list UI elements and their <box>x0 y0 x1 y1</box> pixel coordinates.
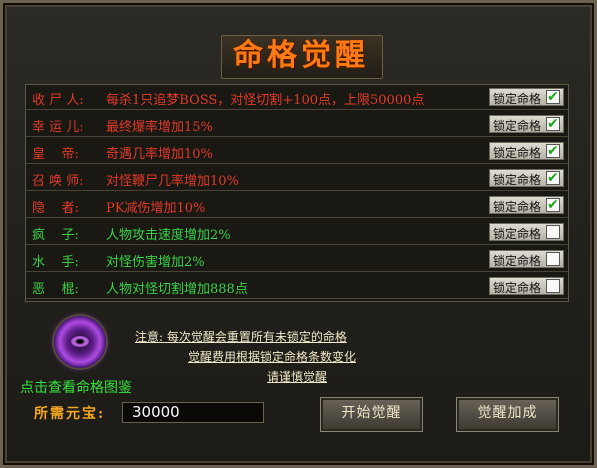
lock-fate-label: 锁定命格 <box>493 227 542 241</box>
lock-checkbox[interactable]: ✔ <box>546 197 560 213</box>
fate-row: 疯 子: 人物攻击速度增加2% 锁定命格 <box>26 220 568 245</box>
fate-description: 每杀1只追梦BOSS，对怪切割+100点，上限50000点 <box>106 93 425 108</box>
lock-checkbox[interactable]: ✔ <box>546 143 560 159</box>
fate-awakening-dialog: 命格觉醒 收 尸 人: 每杀1只追梦BOSS，对怪切割+100点，上限50000点… <box>0 0 597 468</box>
lock-fate-button[interactable]: 锁定命格 ✔ <box>489 88 564 106</box>
awakening-bonus-button[interactable]: 觉醒加成 <box>456 397 559 432</box>
fate-name: 召 唤 师: <box>32 174 84 189</box>
lock-fate-label: 锁定命格 <box>493 200 542 214</box>
lock-checkbox[interactable] <box>546 252 560 266</box>
lock-fate-button[interactable]: 锁定命格 <box>489 277 564 295</box>
lock-fate-button[interactable]: 锁定命格 <box>489 250 564 268</box>
lock-fate-label: 锁定命格 <box>493 254 542 268</box>
fate-orb-icon[interactable] <box>54 316 106 368</box>
lock-fate-label: 锁定命格 <box>493 146 542 160</box>
checkmark-icon: ✔ <box>547 197 559 213</box>
lock-checkbox[interactable]: ✔ <box>546 116 560 132</box>
lock-fate-label: 锁定命格 <box>493 281 542 295</box>
fate-description: 最终爆率增加15% <box>106 120 213 135</box>
fate-row: 水 手: 对怪伤害增加2% 锁定命格 <box>26 247 568 272</box>
fate-row: 恶 棍: 人物对怪切割增加888点 锁定命格 <box>26 274 568 299</box>
lock-fate-button[interactable]: 锁定命格 ✔ <box>489 169 564 187</box>
fate-row: 皇 帝: 奇遇几率增加10% 锁定命格 ✔ <box>26 139 568 164</box>
view-fate-catalog-link[interactable]: 点击查看命格图鉴 <box>20 377 132 397</box>
lock-checkbox[interactable] <box>546 225 560 239</box>
fate-description: 人物对怪切割增加888点 <box>106 282 248 297</box>
fate-row: 召 唤 师: 对怪鞭尸几率增加10% 锁定命格 ✔ <box>26 166 568 191</box>
notice-line-2: 觉醒费用根据锁定命格条数变化 <box>188 350 357 364</box>
checkmark-icon: ✔ <box>547 143 559 159</box>
notice-line-3: 请谨慎觉醒 <box>267 370 328 384</box>
fate-description: 对怪伤害增加2% <box>106 255 205 270</box>
lock-fate-button[interactable]: 锁定命格 ✔ <box>489 115 564 133</box>
lock-checkbox[interactable] <box>546 279 560 293</box>
lock-fate-label: 锁定命格 <box>493 173 542 187</box>
fate-name: 收 尸 人: <box>32 93 84 108</box>
fate-description: PK减伤增加10% <box>106 201 206 216</box>
fate-name: 水 手: <box>32 255 79 270</box>
fate-name: 皇 帝: <box>32 147 79 162</box>
cost-value-field: 30000 <box>122 402 264 423</box>
lock-fate-button[interactable]: 锁定命格 ✔ <box>489 196 564 214</box>
fate-name: 恶 棍: <box>32 282 79 297</box>
fate-description: 奇遇几率增加10% <box>106 147 213 162</box>
fate-name: 隐 者: <box>32 201 79 216</box>
fate-description: 人物攻击速度增加2% <box>106 228 231 243</box>
fate-name: 疯 子: <box>32 228 79 243</box>
checkmark-icon: ✔ <box>547 116 559 132</box>
fate-row: 隐 者: PK减伤增加10% 锁定命格 ✔ <box>26 193 568 218</box>
fate-name: 幸 运 儿: <box>32 120 84 135</box>
checkmark-icon: ✔ <box>547 170 559 186</box>
lock-fate-button[interactable]: 锁定命格 <box>489 223 564 241</box>
lock-fate-button[interactable]: 锁定命格 ✔ <box>489 142 564 160</box>
fate-row: 幸 运 儿: 最终爆率增加15% 锁定命格 ✔ <box>26 112 568 137</box>
dialog-title: 命格觉醒 <box>233 38 369 73</box>
lock-checkbox[interactable]: ✔ <box>546 170 560 186</box>
fate-list: 收 尸 人: 每杀1只追梦BOSS，对怪切割+100点，上限50000点 锁定命格 ✔… <box>25 84 569 302</box>
eye-icon <box>71 336 89 347</box>
notice-line-1: 注意: 每次觉醒会重置所有未锁定的命格 <box>135 330 347 344</box>
cost-label: 所需元宝: <box>34 406 106 422</box>
lock-fate-label: 锁定命格 <box>493 119 542 133</box>
fate-row: 收 尸 人: 每杀1只追梦BOSS，对怪切割+100点，上限50000点 锁定命格 ✔ <box>26 85 568 110</box>
checkmark-icon: ✔ <box>547 89 559 105</box>
lock-fate-label: 锁定命格 <box>493 92 542 106</box>
fate-description: 对怪鞭尸几率增加10% <box>106 174 239 189</box>
start-awakening-button[interactable]: 开始觉醒 <box>320 397 423 432</box>
lock-checkbox[interactable]: ✔ <box>546 89 560 105</box>
